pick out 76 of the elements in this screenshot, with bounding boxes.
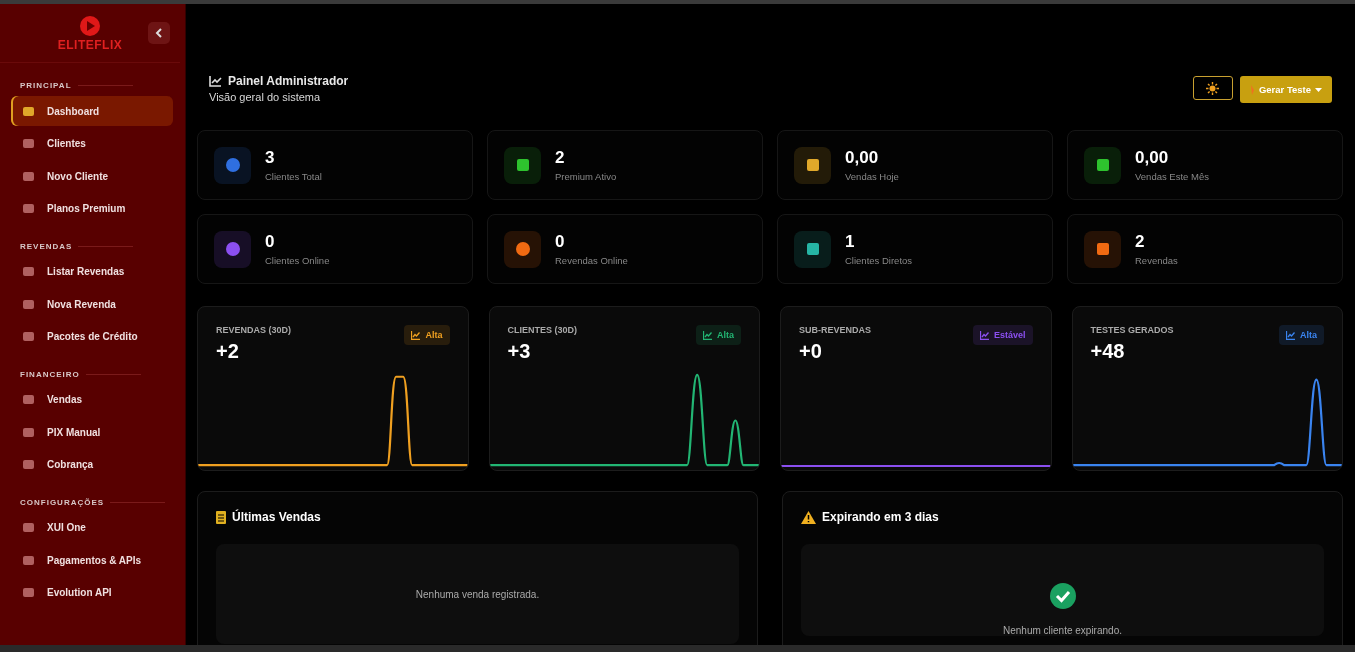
trend-title: REVENDAS (30D) xyxy=(216,325,291,335)
trend-value: +3 xyxy=(507,340,532,363)
panel-title: Expirando em 3 dias xyxy=(822,510,939,524)
stat-value: 3 xyxy=(265,148,276,168)
receipt-icon xyxy=(216,510,226,524)
sidebar-item[interactable]: Nova Revenda xyxy=(11,289,173,319)
stat-label: Revendas xyxy=(1135,255,1178,266)
stat-label: Clientes Total xyxy=(265,171,322,182)
menu-icon xyxy=(22,266,35,277)
trend-value: +2 xyxy=(216,340,240,363)
stat-value: 0,00 xyxy=(845,148,880,168)
sidebar-item[interactable]: Pagamentos & APIs xyxy=(11,545,173,575)
page-subtitle: Visão geral do sistema xyxy=(209,91,322,103)
trend-value: +48 xyxy=(1090,340,1126,363)
chevron-left-icon xyxy=(155,28,163,38)
chart-line-icon xyxy=(209,75,222,87)
trend-title: SUB-REVENDAS xyxy=(799,325,871,335)
sidebar-item[interactable]: PIX Manual xyxy=(11,417,173,447)
warning-icon xyxy=(801,510,816,524)
sidebar-item[interactable]: Cobrança xyxy=(11,449,173,480)
menu-icon xyxy=(22,105,35,117)
section-title: CONFIGURAÇÕES xyxy=(20,497,105,507)
menu-icon xyxy=(22,426,35,438)
trend-badge: Alta xyxy=(696,325,741,345)
stat-value: 0 xyxy=(265,232,276,252)
sidebar-item[interactable]: Planos Premium xyxy=(11,193,173,224)
menu-icon xyxy=(22,554,35,566)
trend-badge: Estável xyxy=(972,325,1033,345)
stat-label: Vendas Este Mês xyxy=(1135,171,1209,182)
menu-icon xyxy=(22,394,35,405)
section-title: FINANCEIRO xyxy=(20,369,80,379)
theme-toggle-button[interactable] xyxy=(1192,76,1233,100)
menu-icon xyxy=(22,298,35,310)
sidebar-item[interactable]: Vendas xyxy=(11,384,173,415)
sidebar-item[interactable]: XUI One xyxy=(11,512,173,543)
menu-icon xyxy=(22,587,35,598)
menu-icon xyxy=(22,522,35,533)
stat-label: Clientes Diretos xyxy=(845,255,913,266)
panel-title: Últimas Vendas xyxy=(232,510,321,524)
empty-message: Nenhum cliente expirando. xyxy=(1003,625,1122,636)
menu-icon xyxy=(22,138,35,149)
sidebar-item[interactable]: Clientes xyxy=(11,128,173,159)
sidebar-item[interactable]: Pacotes de Crédito xyxy=(11,321,173,352)
section-title: REVENDAS xyxy=(20,241,73,251)
page-title: Painel Administrador xyxy=(228,74,349,88)
sidebar-item[interactable]: Novo Cliente xyxy=(11,161,173,191)
stat-value: 1 xyxy=(845,232,856,252)
trend-value: +0 xyxy=(799,340,823,363)
menu-icon xyxy=(22,203,35,214)
caret-icon xyxy=(1315,87,1322,92)
stat-value: 0,00 xyxy=(1135,148,1170,168)
menu-icon xyxy=(22,459,35,470)
sidebar-item[interactable]: Evolution API xyxy=(11,577,173,608)
stat-label: Premium Ativo xyxy=(555,171,617,182)
stat-label: Clientes Online xyxy=(265,255,330,266)
menu-icon xyxy=(22,170,35,182)
sidebar-item[interactable]: Dashboard xyxy=(11,96,173,126)
stat-label: Vendas Hoje xyxy=(845,171,899,182)
stat-label: Revendas Online xyxy=(555,255,628,266)
empty-message: Nenhuma venda registrada. xyxy=(415,588,540,600)
menu-icon xyxy=(22,331,35,342)
play-logo-icon xyxy=(79,14,101,37)
bolt-icon xyxy=(1249,84,1255,95)
section-title: PRINCIPAL xyxy=(20,81,72,90)
stat-value: 2 xyxy=(555,148,566,168)
stat-value: 2 xyxy=(1135,232,1146,252)
trend-badge: Alta xyxy=(1279,325,1324,345)
sidebar-item[interactable]: Listar Revendas xyxy=(11,256,173,287)
stat-value: 0 xyxy=(555,232,566,252)
check-circle-icon xyxy=(1049,583,1076,609)
sun-icon xyxy=(1206,81,1220,95)
trend-title: CLIENTES (30D) xyxy=(507,325,577,335)
trend-title: TESTES GERADOS xyxy=(1090,325,1174,335)
trend-badge: Alta xyxy=(404,325,450,345)
collapse-button[interactable] xyxy=(148,22,170,44)
logo-text: ELITEFLIX xyxy=(57,37,123,52)
